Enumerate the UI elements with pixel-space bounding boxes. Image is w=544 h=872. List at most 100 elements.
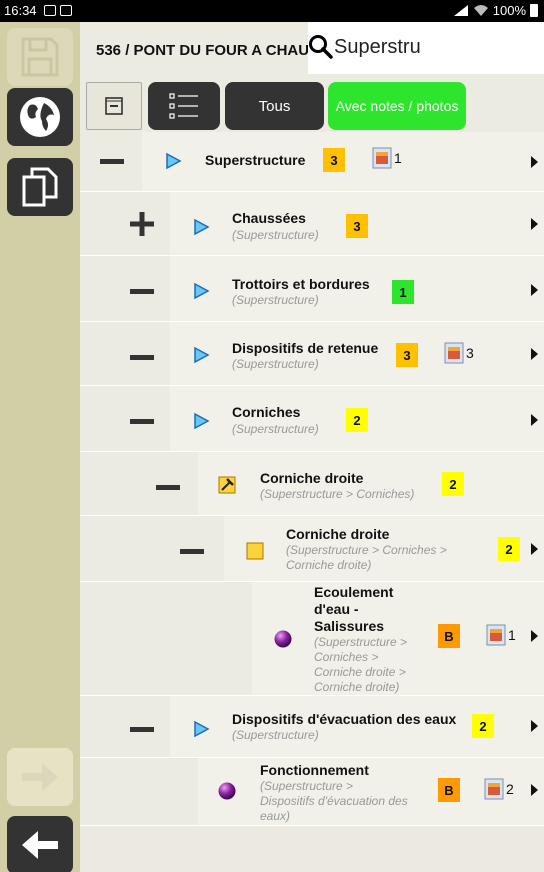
arrow-right-icon: [22, 763, 58, 791]
node-path: Dispositifs d'évacuation des: [260, 794, 408, 808]
collapse-all-button[interactable]: [86, 82, 142, 130]
status-bar: 16:34 100%: [0, 0, 544, 22]
node-title: Superstructure: [205, 152, 306, 168]
tree-row-ecoulement[interactable]: Ecoulement d'eau - Salissures (Superstru…: [80, 582, 544, 696]
tree-card[interactable]: Trottoirs et bordures (Superstructure) 1: [170, 256, 544, 321]
chevron-right-icon[interactable]: [531, 156, 538, 168]
tree-card[interactable]: Corniche droite (Superstructure > Cornic…: [224, 516, 544, 581]
tree-row-corniches[interactable]: Corniches (Superstructure) 2: [80, 386, 544, 452]
search-input[interactable]: Superstru: [334, 36, 421, 59]
photo-count[interactable]: 1: [486, 624, 516, 646]
image-notification-icon: [60, 5, 72, 16]
collapse-icon[interactable]: [128, 278, 156, 306]
status-time: 16:34: [4, 3, 37, 18]
tree-row-corniche-droite[interactable]: Corniche droite (Superstructure > Cornic…: [80, 452, 544, 516]
severity-badge: 3: [323, 148, 345, 172]
arrow-left-icon: [22, 831, 58, 859]
status-right: 100%: [453, 3, 538, 18]
collapse-icon: [105, 97, 123, 115]
photo-icon: [486, 624, 506, 646]
node-title: Corniche droite: [260, 470, 364, 486]
left-sidebar: [0, 22, 80, 872]
collapse-icon[interactable]: [128, 344, 156, 372]
tree-row-chaussees[interactable]: Chaussées (Superstructure) 3: [80, 192, 544, 256]
photo-count[interactable]: 3: [444, 342, 474, 364]
severity-badge: 2: [498, 537, 520, 561]
back-button[interactable]: [7, 816, 73, 872]
node-path: (Superstructure >: [314, 635, 408, 649]
node-title: Salissures: [314, 618, 385, 634]
toolbar: Tous Avec notes / photos: [80, 80, 544, 132]
tree-card[interactable]: Fonctionnement (Superstructure > Disposi…: [198, 758, 544, 825]
tree-card[interactable]: Ecoulement d'eau - Salissures (Superstru…: [252, 582, 544, 695]
filter-all-button[interactable]: Tous: [225, 82, 324, 130]
node-path: (Superstructure): [232, 293, 319, 307]
chevron-right-icon[interactable]: [531, 784, 538, 796]
play-icon: [194, 346, 210, 364]
node-path: eaux): [260, 809, 291, 823]
node-path: (Superstructure > Corniches): [260, 487, 415, 501]
chevron-right-icon[interactable]: [531, 284, 538, 296]
severity-badge: 1: [392, 280, 414, 304]
tree-card[interactable]: Dispositifs de retenue (Superstructure) …: [170, 322, 544, 385]
tree-card[interactable]: Dispositifs d'évacuation des eaux (Super…: [170, 696, 544, 757]
list-view-button[interactable]: [148, 82, 220, 130]
severity-badge: 2: [442, 472, 464, 496]
chevron-right-icon[interactable]: [531, 630, 538, 642]
photo-icon: [484, 778, 504, 800]
filter-notes-photos-button[interactable]: Avec notes / photos: [328, 82, 466, 130]
chevron-right-icon[interactable]: [531, 543, 538, 555]
node-title: d'eau -: [314, 601, 359, 617]
hammer-icon: [218, 476, 236, 494]
tree-card[interactable]: Corniches (Superstructure) 2: [170, 386, 544, 451]
sphere-icon: [274, 630, 292, 648]
collapse-icon[interactable]: [154, 474, 182, 502]
header: 536 / PONT DU FOUR A CHAUX (Ouvrage Supe…: [80, 22, 544, 80]
node-title: Fonctionnement: [260, 762, 369, 778]
map-button[interactable]: [7, 88, 73, 146]
photo-count[interactable]: 1: [372, 147, 402, 169]
collapse-icon[interactable]: [128, 716, 156, 744]
tree-row-trottoirs[interactable]: Trottoirs et bordures (Superstructure) 1: [80, 256, 544, 322]
chevron-right-icon[interactable]: [531, 218, 538, 230]
tree-card[interactable]: Corniche droite (Superstructure > Cornic…: [198, 452, 544, 515]
collapse-icon[interactable]: [98, 148, 126, 176]
breadcrumb: 536 / PONT DU FOUR A CHAUX (Ouvrage: [96, 42, 326, 59]
globe-icon: [20, 97, 60, 137]
collapse-icon[interactable]: [178, 538, 206, 566]
chevron-right-icon[interactable]: [531, 414, 538, 426]
notification-icons: [44, 5, 72, 16]
node-title: Ecoulement: [314, 584, 394, 600]
node-path: (Superstructure >: [260, 779, 354, 793]
save-icon: [21, 37, 59, 77]
photo-count[interactable]: 2: [484, 778, 514, 800]
node-path: Corniche droite): [314, 680, 400, 694]
chevron-right-icon[interactable]: [531, 720, 538, 732]
tree-card[interactable]: Chaussées (Superstructure) 3: [170, 192, 544, 255]
node-title: Chaussées: [232, 210, 306, 226]
sphere-icon: [218, 782, 236, 800]
tree-row-superstructure[interactable]: Superstructure 3 1: [80, 132, 544, 192]
play-icon: [194, 720, 210, 738]
tree-row-evacuation[interactable]: Dispositifs d'évacuation des eaux (Super…: [80, 696, 544, 758]
chevron-right-icon[interactable]: [531, 348, 538, 360]
play-icon: [194, 218, 210, 236]
severity-badge: B: [438, 624, 460, 648]
tree-row-corniche-droite-element[interactable]: Corniche droite (Superstructure > Cornic…: [80, 516, 544, 582]
search-icon[interactable]: [308, 34, 334, 60]
expand-icon[interactable]: [128, 210, 156, 238]
severity-badge: 2: [346, 408, 368, 432]
search-field[interactable]: Superstru: [308, 22, 544, 74]
play-icon: [194, 412, 210, 430]
node-path: (Superstructure): [232, 422, 319, 436]
tree-row-fonctionnement[interactable]: Fonctionnement (Superstructure > Disposi…: [80, 758, 544, 826]
copy-button[interactable]: [7, 158, 73, 216]
save-button[interactable]: [7, 28, 73, 86]
forward-button[interactable]: [7, 748, 73, 806]
severity-badge: 3: [396, 343, 418, 367]
node-title: Trottoirs et bordures: [232, 276, 370, 292]
tree-row-dispositifs-retenue[interactable]: Dispositifs de retenue (Superstructure) …: [80, 322, 544, 386]
tree-card[interactable]: Superstructure 3 1: [142, 132, 544, 191]
collapse-icon[interactable]: [128, 408, 156, 436]
severity-badge: 2: [472, 714, 494, 738]
